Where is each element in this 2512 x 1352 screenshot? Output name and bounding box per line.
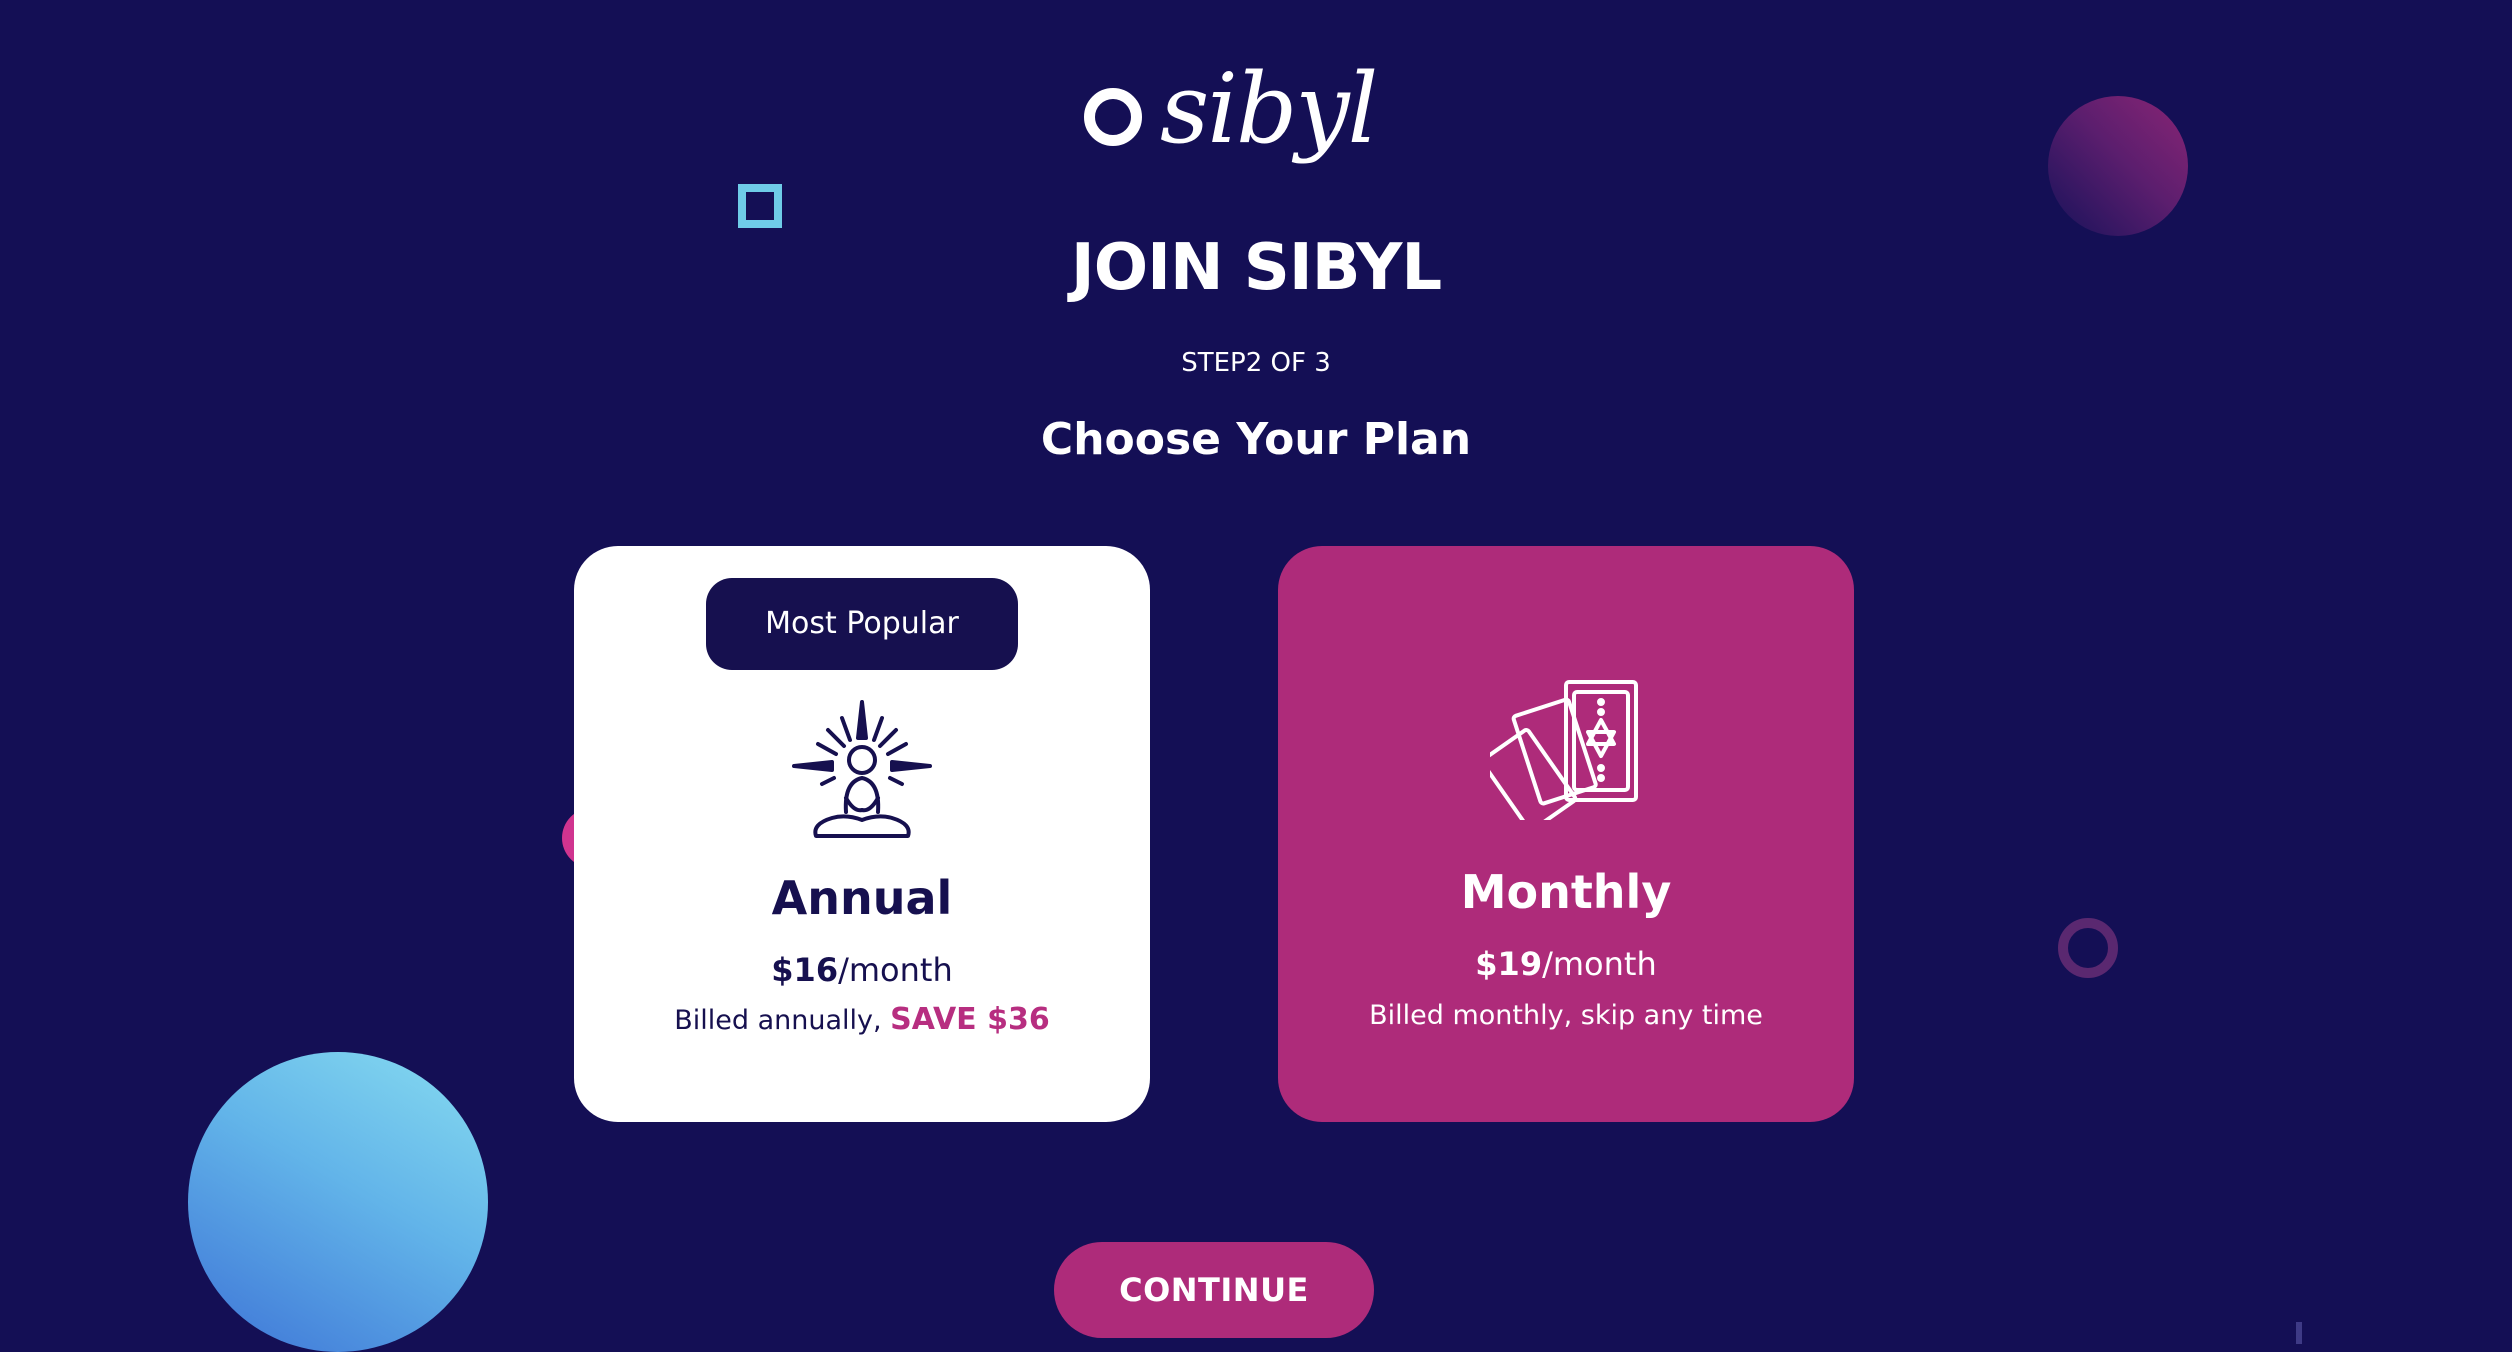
price-line: $19/month [1278,942,1854,986]
decor-sphere-top-right [2048,96,2188,236]
billing-note: Billed annually, SAVE $36 [574,1000,1150,1041]
step-indicator: STEP2 OF 3 [1181,348,1331,378]
sibyl-logo: sibyl [1080,52,1378,182]
plan-name: Annual [771,871,953,925]
meditation-icon [792,700,932,838]
logo-text: sibyl [1160,53,1378,165]
continue-button[interactable]: CONTINUE [1054,1242,1374,1338]
decor-sphere-bottom-left [188,1052,488,1352]
section-subtitle: Choose Your Plan [1040,414,1472,465]
page-title: JOIN SIBYL [1070,231,1442,305]
billing-note: Billed monthly, skip any time [1369,1000,1763,1031]
most-popular-badge: Most Popular [706,578,1018,670]
billing-text: Billed annually, [674,1005,891,1036]
decor-square [738,184,782,228]
price-amount: $19 [1475,945,1543,983]
price-line: $16/month [574,948,1150,992]
decor-ring [2058,918,2118,978]
plan-card-annual[interactable]: Most Popular Annual $16/month Billed ann… [574,546,1150,1122]
plan-name: Monthly [1460,865,1672,919]
price-period: /month [838,951,953,989]
savings-text: SAVE $36 [890,1002,1050,1037]
price-amount: $16 [771,951,839,989]
logo-ring-icon [1084,88,1142,146]
decor-tick [2296,1322,2302,1344]
tarot-cards-icon [1490,680,1638,820]
plan-card-monthly[interactable]: Monthly $19/month Billed monthly, skip a… [1278,546,1854,1122]
price-period: /month [1542,945,1657,983]
